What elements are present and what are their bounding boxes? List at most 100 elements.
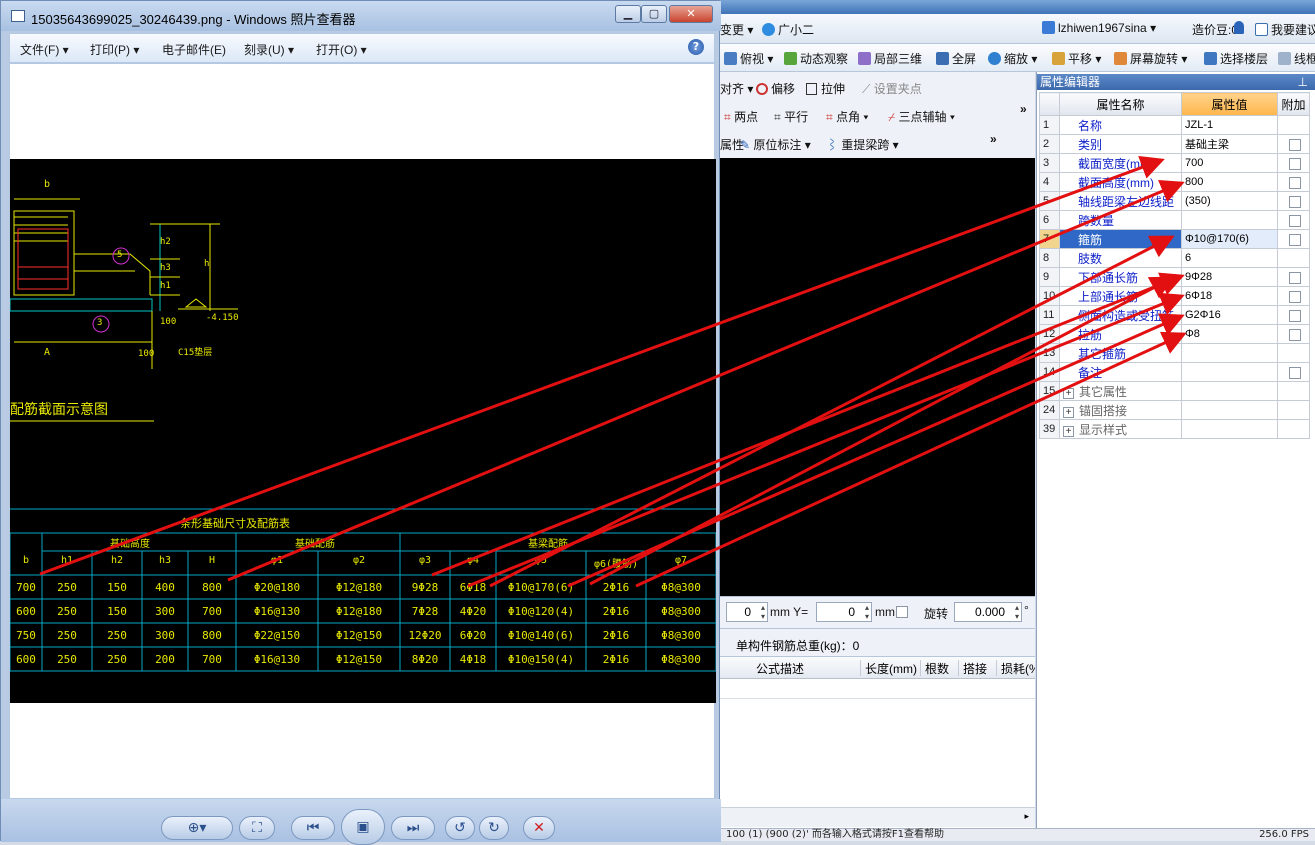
property-row[interactable]: 39 + 显示样式	[1039, 419, 1310, 439]
property-name[interactable]: 箍筋	[1059, 229, 1182, 249]
zoom-tool-button[interactable]: ⊕▾	[161, 816, 233, 840]
minimize-button[interactable]: ▁	[615, 5, 641, 23]
fullscreen-button[interactable]: 全屏	[936, 50, 976, 67]
expand-icon[interactable]: +	[1063, 387, 1074, 399]
guangxiaoer-button[interactable]: 广小二	[762, 21, 814, 38]
set-grip-button[interactable]: ⟋ 设置夹点	[862, 80, 922, 97]
two-point-button[interactable]: ⌗ 两点	[724, 108, 758, 125]
property-row[interactable]: 2 类别 基础主梁	[1039, 134, 1310, 154]
maximize-button[interactable]: ▢	[641, 5, 667, 23]
property-row[interactable]: 4 截面高度(mm) 800	[1039, 172, 1310, 192]
user-account-menu[interactable]: lzhiwen1967sina ▾	[1042, 21, 1156, 35]
property-value[interactable]: 800	[1181, 172, 1278, 192]
property-group[interactable]: + 其它属性	[1059, 381, 1182, 401]
property-name[interactable]: 名称	[1059, 115, 1182, 135]
extra-checkbox[interactable]	[1289, 138, 1301, 151]
property-row[interactable]: 8 肢数 6	[1039, 248, 1310, 268]
parallel-button[interactable]: ⌗ 平行	[774, 108, 808, 125]
extra-header[interactable]: 附加	[1277, 92, 1310, 116]
property-row[interactable]: 9 下部通长筋 9Φ28	[1039, 267, 1310, 287]
property-name[interactable]: 下部通长筋	[1059, 267, 1182, 287]
col-formula-desc[interactable]: 公式描述	[720, 660, 860, 676]
property-row[interactable]: 10 上部通长筋 6Φ18	[1039, 286, 1310, 306]
expand-icon[interactable]: +	[1063, 425, 1074, 437]
property-value[interactable]: 9Φ28	[1181, 267, 1278, 287]
previous-button[interactable]: ⏮	[291, 816, 335, 840]
actual-size-button[interactable]: ⛶	[239, 816, 275, 840]
more-tools-2[interactable]: »	[990, 132, 997, 146]
property-name[interactable]: 截面宽度(mm)	[1059, 153, 1182, 173]
property-value[interactable]	[1181, 400, 1278, 420]
property-name[interactable]: 其它箍筋	[1059, 343, 1182, 363]
extra-checkbox[interactable]	[1289, 214, 1301, 227]
property-value[interactable]: 6Φ18	[1181, 286, 1278, 306]
pan-button[interactable]: 平移 ▾	[1052, 50, 1101, 67]
property-name[interactable]: 肢数	[1059, 248, 1182, 268]
rotate-ccw-button[interactable]: ↺	[445, 816, 475, 840]
x-offset-input[interactable]: 0	[726, 602, 768, 622]
property-value-header[interactable]: 属性值	[1181, 92, 1278, 116]
stretch-button[interactable]: 拉伸	[806, 80, 845, 97]
three-point-axis-button[interactable]: ⌿ 三点辅轴 ▾	[888, 108, 955, 125]
local-3d-button[interactable]: 局部三维	[858, 50, 922, 67]
rotate-cw-button[interactable]: ↻	[479, 816, 509, 840]
screen-rotate-button[interactable]: 屏幕旋转 ▾	[1114, 50, 1187, 67]
property-row[interactable]: 15 + 其它属性	[1039, 381, 1310, 401]
property-value[interactable]: G2Φ16	[1181, 305, 1278, 325]
change-menu[interactable]: 变更 ▾	[720, 21, 753, 38]
reextract-span-button[interactable]: ⌇ 重提梁跨 ▾	[826, 136, 899, 153]
viewer-menu-item[interactable]: 打开(O) ▾	[316, 41, 367, 58]
property-value[interactable]	[1181, 381, 1278, 401]
property-name[interactable]: 跨数量	[1059, 210, 1182, 230]
property-value[interactable]: (350)	[1181, 191, 1278, 211]
property-group[interactable]: + 锚固搭接	[1059, 400, 1182, 420]
help-icon[interactable]: ?	[688, 39, 704, 55]
property-row[interactable]: 3 截面宽度(mm) 700	[1039, 153, 1310, 173]
delete-button[interactable]: ✕	[523, 816, 555, 840]
property-row[interactable]: 6 跨数量	[1039, 210, 1310, 230]
rotate-checkbox[interactable]	[896, 606, 908, 618]
close-button[interactable]: ✕	[669, 5, 713, 23]
extra-checkbox[interactable]	[1289, 233, 1301, 246]
in-place-annotation-button[interactable]: ✎ 原位标注 ▾	[740, 136, 811, 153]
property-value[interactable]: Φ10@170(6)	[1181, 229, 1278, 249]
wireframe-button[interactable]: 线框	[1278, 50, 1315, 67]
property-row[interactable]: 11 侧面构造或受扭筋 G2Φ16	[1039, 305, 1310, 325]
property-name[interactable]: 轴线距梁左边线距	[1059, 191, 1182, 211]
rotate-angle-input[interactable]: 0.000	[954, 602, 1022, 622]
top-view-button[interactable]: 俯视 ▾	[724, 50, 773, 67]
property-name[interactable]: 类别	[1059, 134, 1182, 154]
property-value[interactable]	[1181, 362, 1278, 382]
viewer-menu-item[interactable]: 电子邮件(E)	[162, 41, 226, 58]
property-name[interactable]: 备注	[1059, 362, 1182, 382]
col-length[interactable]: 长度(mm)	[860, 660, 920, 676]
expand-icon[interactable]: +	[1063, 406, 1074, 418]
more-tools-1[interactable]: »	[1020, 102, 1027, 116]
col-count[interactable]: 根数	[920, 660, 958, 676]
zoom-button[interactable]: 缩放 ▾	[988, 50, 1037, 67]
extra-checkbox[interactable]	[1289, 271, 1301, 284]
extra-checkbox[interactable]	[1289, 366, 1301, 379]
property-row[interactable]: 12 拉筋 Φ8	[1039, 324, 1310, 344]
y-offset-input[interactable]: 0	[816, 602, 872, 622]
cad-drawing-canvas[interactable]	[720, 158, 1035, 596]
property-row[interactable]: 1 名称 JZL-1	[1039, 115, 1310, 135]
next-button[interactable]: ⏭	[391, 816, 435, 840]
property-group[interactable]: + 显示样式	[1059, 419, 1182, 439]
property-value[interactable]	[1181, 210, 1278, 230]
property-value[interactable]	[1181, 343, 1278, 363]
slideshow-button[interactable]: ▣	[341, 809, 385, 845]
rebar-formula-grid[interactable]: 公式描述 长度(mm) 根数 搭接 损耗(%) ▸	[720, 656, 1035, 828]
extra-checkbox[interactable]	[1289, 328, 1301, 341]
extra-checkbox[interactable]	[1289, 176, 1301, 189]
property-value[interactable]	[1181, 419, 1278, 439]
property-value[interactable]: JZL-1	[1181, 115, 1278, 135]
property-name[interactable]: 截面高度(mm)	[1059, 172, 1182, 192]
property-value[interactable]: 700	[1181, 153, 1278, 173]
image-display-area[interactable]: b h2 h3 h1 h 100 -4.150 A 100 C15垫层 5 3 配筋截面示意图 条形基础尺…	[9, 63, 716, 799]
property-row[interactable]: 13 其它箍筋	[1039, 343, 1310, 363]
property-name[interactable]: 侧面构造或受扭筋	[1059, 305, 1182, 325]
select-floor-button[interactable]: 选择楼层	[1204, 50, 1268, 67]
extra-checkbox[interactable]	[1289, 290, 1301, 303]
bell-icon[interactable]	[1234, 21, 1247, 35]
